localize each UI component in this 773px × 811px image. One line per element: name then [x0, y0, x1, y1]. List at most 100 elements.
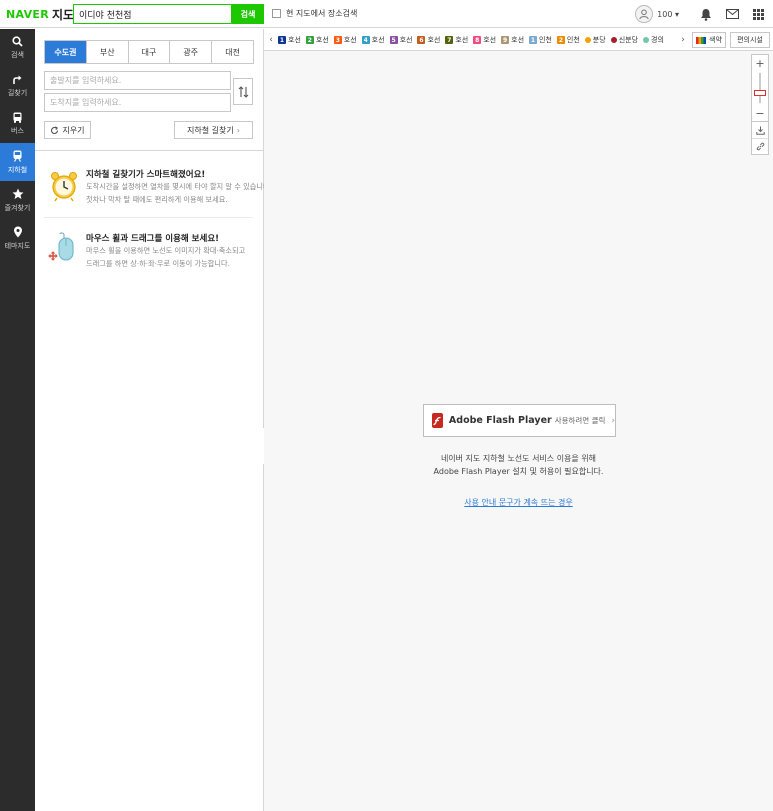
zoom-track	[759, 73, 761, 103]
tab-daejeon[interactable]: 대전	[212, 41, 253, 63]
line-label: 인천	[539, 36, 552, 44]
line-badge: 9	[501, 36, 510, 44]
line-list: 1 호선 2 호선 3 호선 4 호선 5 호선 6 호선 7 호선 8 호선 9 호선 1 인천 …	[278, 29, 686, 51]
line-label: 신분당	[618, 36, 639, 44]
nav-item-search[interactable]: 검색	[0, 29, 35, 67]
chevron-left-icon[interactable]: ‹	[266, 33, 276, 47]
tab-busan[interactable]: 부산	[86, 41, 129, 63]
line-dot	[643, 37, 650, 43]
line-label: 호선	[315, 36, 329, 44]
nav-label: 검색	[11, 51, 24, 59]
top-header: NAVER 지도 검색 현 지도에서 장소검색 100 ▾	[0, 0, 773, 28]
destination-input[interactable]	[44, 93, 231, 112]
search-input[interactable]	[73, 4, 232, 24]
panel-divider	[35, 150, 264, 151]
subway-panel: 수도권 부산 대구 광주 대전 지우기 지하철 길찾기 › 지하철 길찾기가 스…	[35, 29, 272, 811]
zoom-handle[interactable]	[754, 90, 766, 96]
scope-label: 현 지도에서 장소검색	[286, 9, 358, 18]
directions-icon	[13, 75, 22, 84]
mail-icon[interactable]	[725, 7, 739, 21]
nav-label: 즐겨찾기	[4, 203, 31, 212]
nav-item-directions[interactable]: 길찾기	[0, 67, 35, 105]
reset-label: 지우기	[62, 125, 85, 135]
color-weak-button[interactable]: 색약	[692, 32, 726, 48]
naver-map-logo[interactable]: NAVER 지도	[6, 6, 74, 22]
user-icon	[639, 9, 649, 20]
save-button[interactable]	[752, 122, 768, 138]
line-label: 호선	[399, 36, 413, 44]
find-route-button[interactable]: 지하철 길찾기 ›	[174, 121, 253, 139]
left-nav: 검색 길찾기 버스 지하철 즐겨찾기 테마지도	[0, 29, 35, 811]
scope-checkbox[interactable]	[272, 9, 281, 18]
tab-seoul-metro[interactable]: 수도권	[45, 41, 87, 63]
nav-item-subway[interactable]: 지하철	[0, 143, 35, 181]
line-badge: 1	[278, 36, 286, 44]
line-chip-9[interactable]: 9 호선	[501, 35, 524, 45]
tip-mouse-wheel: 마우스 휠과 드래그를 이용해 보세요! 마우스 휠을 이용하면 노선도 이미지…	[48, 232, 253, 272]
subway-map-area[interactable]: + − Adobe Flash Player 사용하려면 클릭 › 네이버 지도…	[264, 51, 773, 811]
line-chip-3[interactable]: 3 호선	[333, 35, 357, 45]
apps-grid-icon[interactable]	[751, 7, 765, 21]
bus-icon	[13, 112, 22, 123]
zoom-in-button[interactable]: +	[752, 55, 768, 71]
line-label: 경의	[651, 36, 664, 44]
facilities-button[interactable]: 편의시설	[730, 32, 770, 48]
line-badge: 4	[361, 36, 370, 44]
line-badge: 8	[473, 36, 482, 44]
line-chip-4[interactable]: 4 호선	[361, 35, 385, 45]
line-chip-bundang[interactable]: 분당	[584, 35, 606, 45]
line-badge: 7	[445, 36, 454, 44]
reset-button[interactable]: 지우기	[44, 121, 91, 139]
notification-count[interactable]: 100 ▾	[657, 10, 679, 19]
scope-checkbox-row[interactable]: 현 지도에서 장소검색	[272, 8, 357, 19]
chevron-right-icon: ›	[236, 125, 240, 135]
nav-label: 테마지도	[4, 241, 31, 250]
line-chip-incheon-2[interactable]: 2 인천	[556, 35, 580, 45]
line-label: 호선	[511, 36, 525, 44]
nav-item-theme-map[interactable]: 테마지도	[0, 219, 35, 257]
zoom-control: + −	[751, 54, 769, 122]
origin-input[interactable]	[44, 71, 231, 90]
nav-label: 지하철	[7, 165, 28, 174]
line-chip-incheon-1[interactable]: 1 인천	[529, 35, 552, 45]
flash-player-button[interactable]: Adobe Flash Player 사용하려면 클릭 ›	[423, 404, 616, 437]
region-tabs: 수도권 부산 대구 광주 대전	[44, 40, 254, 64]
line-chip-8[interactable]: 8 호선	[473, 35, 496, 45]
line-badge: 6	[417, 36, 426, 44]
line-label: 호선	[483, 36, 497, 44]
zoom-slider[interactable]	[752, 71, 768, 105]
line-label: 호선	[427, 36, 441, 44]
line-chip-1[interactable]: 1 호선	[278, 35, 301, 45]
tip-text: 도착시간을 설정하면 열차를 몇시에 타야 할지 알 수 있습니다.	[86, 182, 272, 191]
help-link[interactable]: 사용 안내 문구가 계속 뜨는 경우	[264, 497, 773, 508]
line-chip-2[interactable]: 2 호선	[305, 35, 329, 45]
line-label: 호선	[455, 36, 469, 44]
line-label: 분당	[592, 36, 606, 44]
line-chip-6[interactable]: 6 호선	[417, 35, 440, 45]
line-chip-gyeongui[interactable]: 경의	[643, 35, 664, 45]
pin-icon	[13, 226, 22, 237]
line-chip-7[interactable]: 7 호선	[445, 35, 468, 45]
search-button[interactable]: 검색	[232, 4, 264, 24]
line-label: 호선	[343, 36, 357, 44]
link-icon	[756, 142, 764, 151]
line-chip-5[interactable]: 5 호선	[389, 35, 413, 45]
avatar[interactable]	[635, 5, 654, 23]
flash-action-text: 사용하려면 클릭	[554, 416, 606, 425]
nav-item-favorites[interactable]: 즐겨찾기	[0, 181, 35, 219]
tab-gwangju[interactable]: 광주	[170, 41, 213, 63]
header-right: 100 ▾	[635, 4, 765, 24]
swap-button[interactable]	[233, 78, 253, 105]
line-badge: 3	[333, 36, 342, 44]
line-dot	[584, 37, 591, 43]
zoom-out-button[interactable]: −	[752, 105, 768, 121]
line-chip-sinbundang[interactable]: 신분당	[610, 35, 639, 45]
bell-icon[interactable]	[699, 7, 713, 21]
refresh-icon	[51, 125, 59, 134]
line-dot	[610, 37, 617, 43]
line-label: 호선	[288, 36, 301, 44]
share-link-button[interactable]	[752, 138, 768, 154]
chevron-right-icon[interactable]: ›	[678, 33, 688, 47]
tab-daegu[interactable]: 대구	[128, 41, 171, 63]
nav-item-bus[interactable]: 버스	[0, 105, 35, 143]
